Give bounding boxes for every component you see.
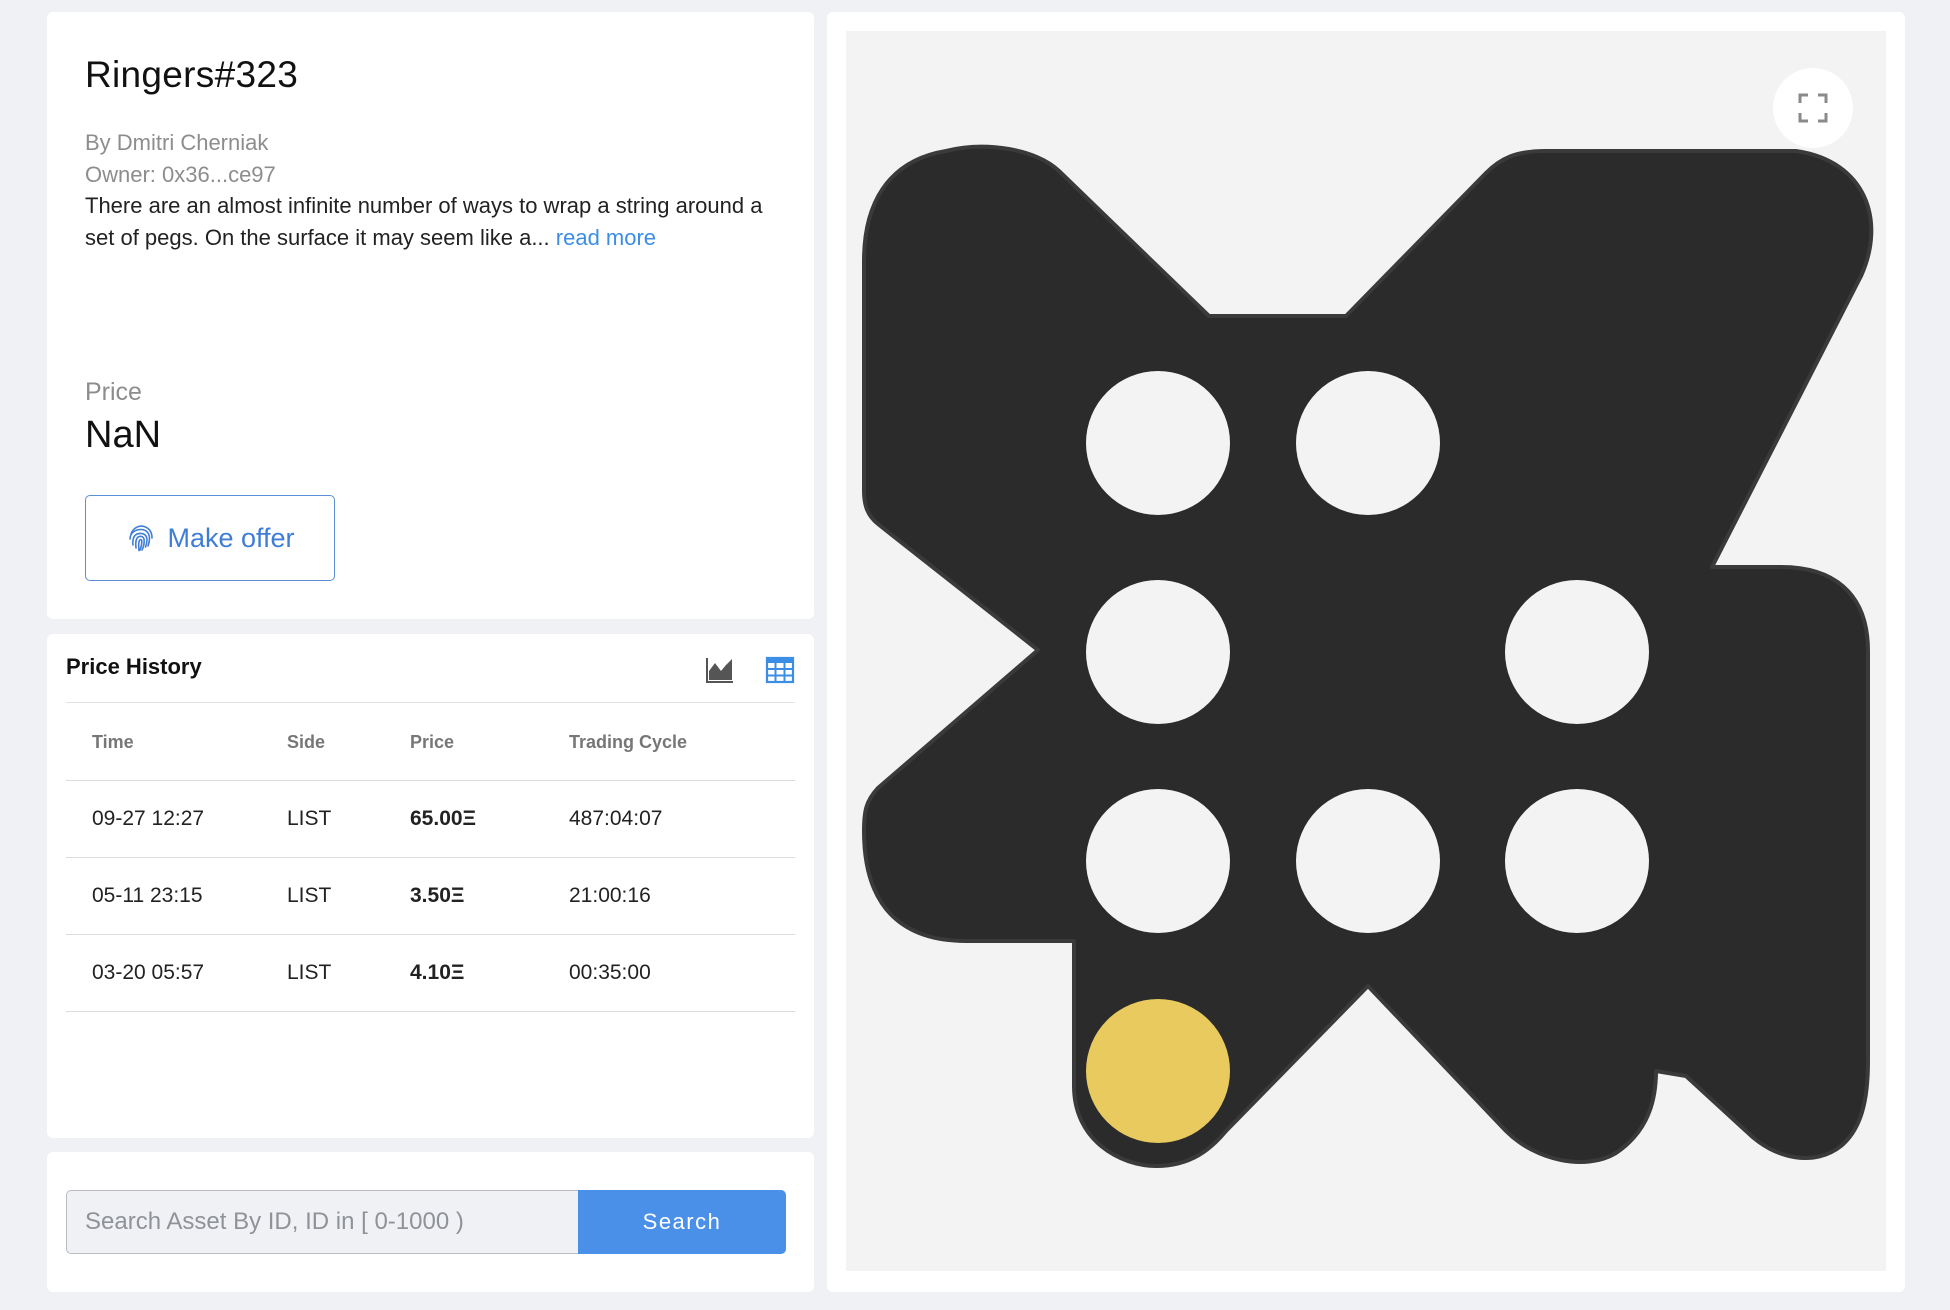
peg xyxy=(1296,789,1440,933)
artist-name: By Dmitri Cherniak xyxy=(85,130,269,155)
peg xyxy=(1505,580,1649,724)
asset-description: There are an almost infinite number of w… xyxy=(85,190,775,254)
peg xyxy=(1505,789,1649,933)
table-row: 09-27 12:27 LIST 65.00Ξ 487:04:07 xyxy=(66,780,795,858)
row-time: 05-11 23:15 xyxy=(66,857,287,935)
area-chart-icon[interactable] xyxy=(704,654,736,686)
fullscreen-button[interactable] xyxy=(1773,68,1853,148)
search-button[interactable]: Search xyxy=(578,1190,786,1254)
view-toggle xyxy=(704,654,796,686)
price-history-table: Time Side Price Trading Cycle 09-27 12:2… xyxy=(66,704,795,1012)
price-value: NaN xyxy=(85,414,162,456)
asset-search-input[interactable] xyxy=(66,1190,578,1254)
row-price: 3.50Ξ xyxy=(410,857,569,935)
row-side: LIST xyxy=(287,934,410,1012)
expand-icon xyxy=(1798,93,1828,123)
fingerprint-icon xyxy=(129,525,154,552)
peg xyxy=(1296,371,1440,515)
row-time: 03-20 05:57 xyxy=(66,934,287,1012)
owner-address: Owner: 0x36...ce97 xyxy=(85,162,276,187)
table-grid-icon[interactable] xyxy=(764,654,796,686)
table-row: 03-20 05:57 LIST 4.10Ξ 00:35:00 xyxy=(66,934,795,1012)
col-side: Side xyxy=(287,704,410,781)
description-text: There are an almost infinite number of w… xyxy=(85,193,763,250)
artwork-shape xyxy=(862,144,1874,1168)
peg xyxy=(1086,371,1230,515)
make-offer-button[interactable]: Make offer xyxy=(85,495,335,581)
price-label: Price xyxy=(85,378,142,406)
col-time: Time xyxy=(66,704,287,781)
row-cycle: 00:35:00 xyxy=(569,934,795,1012)
ringers-artwork xyxy=(862,144,1874,1168)
asset-info-card: Ringers#323 By Dmitri Cherniak Owner: 0x… xyxy=(47,12,814,619)
price-history-card: Price History Time Side Price Trading Cy… xyxy=(47,634,814,1138)
search-card: Search xyxy=(47,1152,814,1292)
row-side: LIST xyxy=(287,857,410,935)
peg xyxy=(1086,580,1230,724)
col-trading-cycle: Trading Cycle xyxy=(569,704,795,781)
make-offer-label: Make offer xyxy=(167,522,295,553)
col-price: Price xyxy=(410,704,569,781)
row-time: 09-27 12:27 xyxy=(66,780,287,858)
asset-title: Ringers#323 xyxy=(85,54,299,95)
row-side: LIST xyxy=(287,780,410,858)
row-price: 4.10Ξ xyxy=(410,934,569,1012)
row-cycle: 21:00:16 xyxy=(569,857,795,935)
table-row: 05-11 23:15 LIST 3.50Ξ 21:00:16 xyxy=(66,857,795,935)
row-cycle: 487:04:07 xyxy=(569,780,795,858)
table-header-row: Time Side Price Trading Cycle xyxy=(66,704,795,781)
read-more-link[interactable]: read more xyxy=(556,225,656,250)
string-shape xyxy=(862,144,1874,1168)
peg xyxy=(1086,789,1230,933)
highlight-peg xyxy=(1086,999,1230,1143)
price-history-title: Price History xyxy=(66,654,202,679)
row-price: 65.00Ξ xyxy=(410,780,569,858)
divider xyxy=(66,702,795,703)
artwork-frame xyxy=(846,31,1886,1271)
artwork-card xyxy=(827,12,1905,1292)
